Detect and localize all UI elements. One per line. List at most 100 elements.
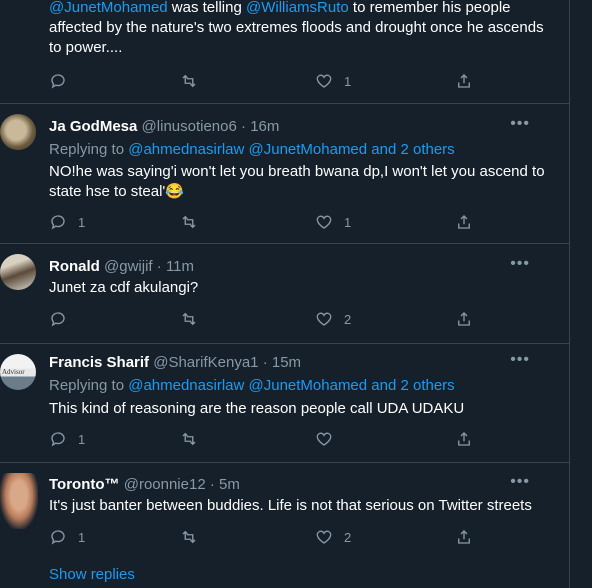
- tweet-time[interactable]: 16m: [250, 118, 279, 135]
- reply-icon: [51, 74, 65, 89]
- avatar-text: ax Advisor: [0, 368, 25, 376]
- reply-icon: [51, 215, 65, 230]
- tweet-2[interactable]: Ronald @gwijif · 11m ••• Junet za cdf ak…: [0, 244, 570, 344]
- display-name[interactable]: Ronald: [49, 258, 100, 275]
- more-icon[interactable]: •••: [510, 473, 530, 491]
- replying-to: Replying to @ahmednasirlaw @JunetMohamed…: [49, 377, 455, 394]
- reply-icon: [51, 530, 65, 545]
- replying-prefix: Replying to: [49, 377, 129, 394]
- like-button[interactable]: 1: [315, 213, 351, 231]
- display-name[interactable]: Toronto™: [49, 476, 120, 493]
- heart-icon: [316, 530, 332, 544]
- like-count: 1: [344, 73, 352, 89]
- replying-prefix: Replying to: [49, 141, 129, 158]
- retweet-icon: [182, 215, 196, 229]
- reply-button[interactable]: [49, 72, 78, 90]
- tweet-0[interactable]: @JunetMohamed was telling @WilliamsRuto …: [0, 0, 570, 104]
- share-icon: [458, 432, 470, 446]
- share-button[interactable]: [455, 430, 473, 448]
- tweet-3[interactable]: ax Advisor Francis Sharif @SharifKenya1 …: [0, 344, 570, 463]
- tweet-text: NO!he was saying'i won't let you breath …: [49, 163, 545, 200]
- tweet-header: Francis Sharif @SharifKenya1 · 15m: [49, 354, 301, 371]
- tweet-text: @JunetMohamed was telling @WilliamsRuto …: [49, 0, 569, 58]
- avatar[interactable]: [0, 473, 38, 529]
- user-handle[interactable]: @linusotieno6: [142, 118, 237, 135]
- more-icon[interactable]: •••: [510, 351, 530, 369]
- reply-button[interactable]: 1: [49, 528, 85, 546]
- tweet-actions: 1: [49, 430, 481, 450]
- reply-button[interactable]: 1: [49, 430, 85, 448]
- reply-icon: [51, 312, 65, 327]
- replying-to: Replying to @ahmednasirlaw @JunetMohamed…: [49, 141, 455, 158]
- more-icon[interactable]: •••: [510, 115, 530, 133]
- user-handle[interactable]: @SharifKenya1: [153, 354, 258, 371]
- tweet-time[interactable]: 15m: [272, 354, 301, 371]
- retweet-icon: [182, 530, 196, 544]
- tweet-actions: 1 2: [49, 528, 481, 548]
- heart-icon: [316, 74, 332, 88]
- avatar[interactable]: [0, 114, 36, 150]
- like-count: 2: [344, 529, 352, 545]
- mention-link[interactable]: @WilliamsRuto: [246, 0, 349, 16]
- tweet-time[interactable]: 11m: [166, 258, 194, 275]
- tweet-actions: 1 1: [49, 213, 481, 233]
- like-button[interactable]: [315, 430, 344, 448]
- show-replies-link[interactable]: Show replies: [49, 566, 135, 583]
- tweet-header: Ronald @gwijif · 11m: [49, 258, 194, 275]
- reply-button[interactable]: [49, 310, 78, 328]
- tweet-actions: 1: [49, 72, 481, 92]
- separator-dot: ·: [209, 476, 215, 493]
- text-segment: to remember his people: [348, 0, 511, 16]
- text-line: to power....: [49, 39, 123, 56]
- like-count: 2: [344, 311, 352, 327]
- retweet-button[interactable]: [180, 310, 209, 328]
- share-icon: [458, 74, 470, 88]
- like-button[interactable]: 2: [315, 528, 351, 546]
- share-icon: [458, 530, 470, 544]
- tweet-header: Toronto™ @roonnie12 · 5m: [49, 476, 240, 493]
- share-button[interactable]: [455, 72, 473, 90]
- retweet-icon: [182, 432, 196, 446]
- tweet-text: It's just banter between buddies. Life i…: [49, 497, 532, 514]
- replying-link[interactable]: @ahmednasirlaw @JunetMohamed and 2 other…: [128, 377, 454, 394]
- retweet-button[interactable]: [180, 72, 209, 90]
- share-button[interactable]: [455, 528, 473, 546]
- tweet-header: Ja GodMesa @linusotieno6 · 16m: [49, 118, 279, 135]
- tweet-time[interactable]: 5m: [219, 476, 240, 493]
- retweet-button[interactable]: [180, 430, 209, 448]
- more-icon[interactable]: •••: [510, 255, 530, 273]
- avatar[interactable]: [0, 254, 36, 290]
- share-button[interactable]: [455, 310, 473, 328]
- retweet-button[interactable]: [180, 528, 209, 546]
- tweet-1[interactable]: Ja GodMesa @linusotieno6 · 16m ••• Reply…: [0, 104, 570, 244]
- user-handle[interactable]: @roonnie12: [124, 476, 206, 493]
- share-icon: [458, 215, 470, 229]
- heart-icon: [316, 312, 332, 326]
- tweet-text: This kind of reasoning are the reason pe…: [49, 400, 465, 417]
- like-button[interactable]: 1: [315, 72, 351, 90]
- share-icon: [458, 312, 470, 326]
- tweet-actions: 2: [49, 310, 481, 330]
- like-button[interactable]: 2: [315, 310, 351, 328]
- reply-count: 1: [78, 529, 86, 545]
- heart-icon: [316, 215, 332, 229]
- user-handle[interactable]: @gwijif: [104, 258, 153, 275]
- retweet-button[interactable]: [180, 213, 209, 231]
- reply-count: 1: [78, 431, 86, 447]
- separator-dot: ·: [241, 118, 247, 135]
- display-name[interactable]: Ja GodMesa: [49, 118, 137, 135]
- mention-link[interactable]: @JunetMohamed: [49, 0, 168, 16]
- tweet-text: Junet za cdf akulangi?: [49, 279, 199, 296]
- display-name[interactable]: Francis Sharif: [49, 354, 149, 371]
- replying-link[interactable]: @ahmednasirlaw @JunetMohamed and 2 other…: [128, 141, 454, 158]
- avatar[interactable]: ax Advisor: [0, 354, 36, 390]
- retweet-icon: [182, 74, 196, 88]
- reply-icon: [51, 432, 65, 447]
- share-button[interactable]: [455, 213, 473, 231]
- retweet-icon: [182, 312, 196, 326]
- separator-dot: ·: [156, 258, 162, 275]
- separator-dot: ·: [262, 354, 268, 371]
- reply-button[interactable]: 1: [49, 213, 85, 231]
- heart-icon: [316, 432, 332, 446]
- scrollbar-track[interactable]: [569, 0, 592, 588]
